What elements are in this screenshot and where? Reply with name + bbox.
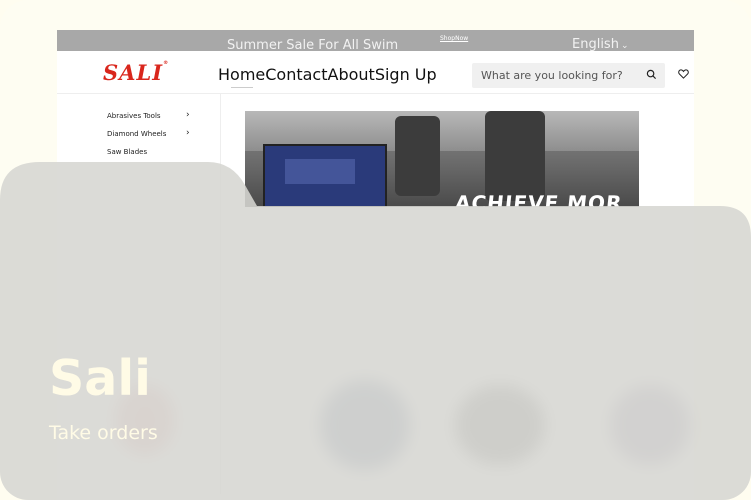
logo-text: SALI xyxy=(103,60,164,85)
chevron-right-icon[interactable]: › xyxy=(186,110,190,120)
product-image xyxy=(610,385,690,465)
heart-icon[interactable] xyxy=(678,69,689,79)
promo-bar: Summer Sale For All Swim ShopNow English… xyxy=(57,30,694,53)
main-nav: HomeContactAboutSign Up xyxy=(218,65,437,88)
overlay-subtitle: Take orders xyxy=(49,422,158,444)
sidebar-item-saw-blades[interactable]: Saw Blades xyxy=(107,148,147,156)
search-input[interactable]: What are you looking for? xyxy=(481,69,623,82)
showcase-card: Summer Sale For All Swim ShopNow English… xyxy=(0,0,751,500)
language-select[interactable]: English ⌄ xyxy=(572,37,629,52)
generator-panel xyxy=(285,159,355,184)
nav-active-underline xyxy=(231,87,253,88)
search-icon[interactable] xyxy=(646,69,657,80)
product-image xyxy=(320,380,410,470)
chevron-right-icon[interactable]: › xyxy=(186,128,190,138)
registered-mark: ® xyxy=(163,60,170,66)
overlay-title: Sali xyxy=(49,350,151,407)
nav-contact[interactable]: Contact xyxy=(265,65,327,84)
search-box[interactable]: What are you looking for? xyxy=(472,63,665,88)
sidebar-item-abrasives-tools[interactable]: Abrasives Tools xyxy=(107,112,161,120)
language-label: English xyxy=(572,37,619,52)
worker-image xyxy=(395,116,440,196)
site-header: SALI® HomeContactAboutSign Up What are y… xyxy=(57,51,694,94)
product-row-blurred xyxy=(0,380,751,495)
nav-sign-up[interactable]: Sign Up xyxy=(375,65,437,84)
chevron-down-icon: ⌄ xyxy=(620,41,629,51)
sidebar-item-diamond-wheels[interactable]: Diamond Wheels xyxy=(107,130,166,138)
worker-image xyxy=(485,111,545,201)
product-image xyxy=(455,385,545,465)
logo[interactable]: SALI® xyxy=(103,60,169,85)
nav-home[interactable]: Home xyxy=(218,65,265,84)
shop-now-link[interactable]: ShopNow xyxy=(440,35,468,42)
nav-about[interactable]: About xyxy=(328,65,375,84)
hero-banner[interactable]: ACHIEVE MOR xyxy=(245,111,639,207)
banner-headline: ACHIEVE MOR xyxy=(453,191,624,207)
